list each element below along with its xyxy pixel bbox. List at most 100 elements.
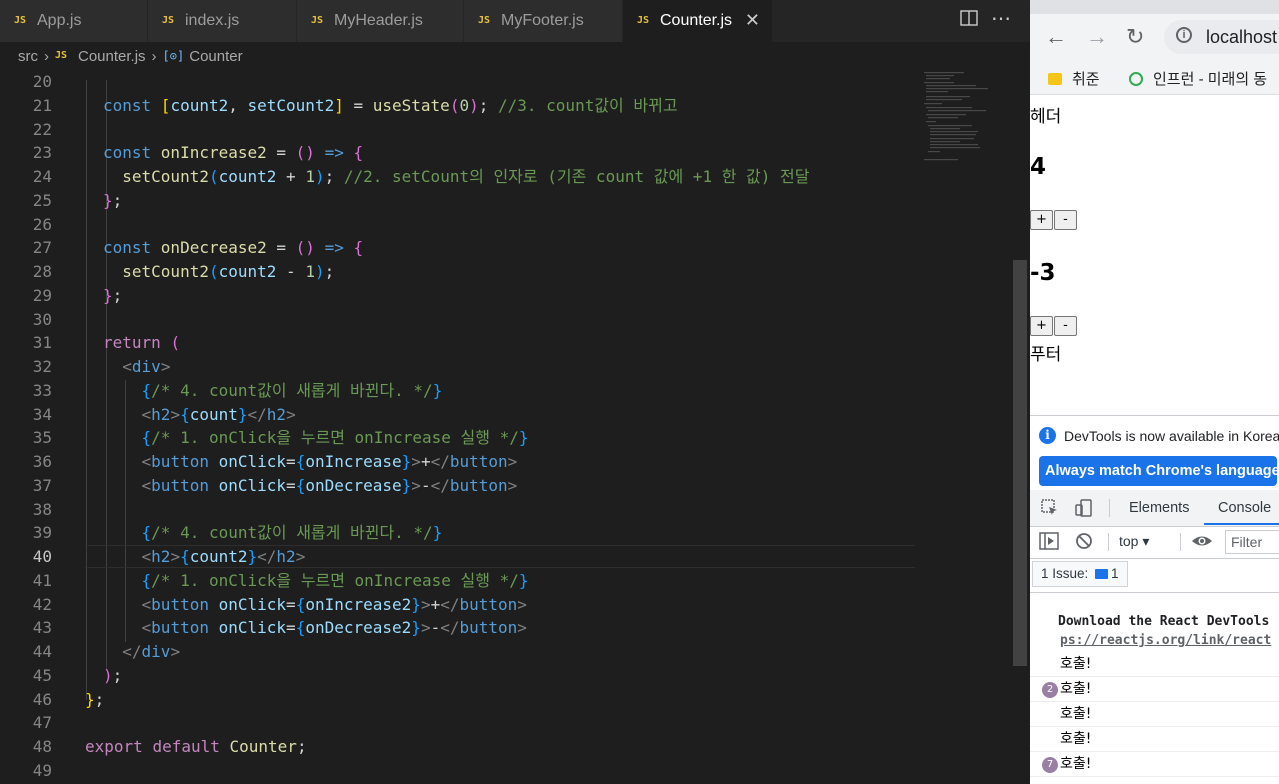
tab-label: MyFooter.js [501,12,584,29]
code-text: <button onClick={onIncrease2}>+</button> [141,594,527,614]
site-info-icon[interactable]: i [1176,27,1192,43]
count2-heading: -3 [1030,260,1056,286]
code-line[interactable]: 41 {/* 1. onClick을 누르면 onIncrease 실행 */} [0,569,1030,593]
context-select[interactable]: top ▾ [1119,533,1149,550]
react-devtools-link[interactable]: ps://reactjs.org/link/react [1060,633,1271,648]
log-message: 호출! [1060,706,1092,722]
line-number: 20 [32,72,52,91]
tab-index-js[interactable]: JS index.js [148,0,297,42]
line-number: 33 [32,380,52,400]
scrollbar-thumb[interactable] [1013,260,1027,666]
line-number: 32 [32,357,52,376]
code-line[interactable]: 25}; [0,189,1030,213]
code-line[interactable]: 38 [0,498,1030,522]
minimap[interactable] [920,70,1012,170]
code-line[interactable]: 48 export default Counter; [0,735,1030,759]
code-line[interactable]: 31 return ( [0,331,1030,355]
code-line[interactable]: 30 [0,308,1030,332]
tab-myheader-js[interactable]: JS MyHeader.js [297,0,464,42]
tab-label: App.js [37,12,82,29]
breadcrumb-file[interactable]: Counter.js [78,48,146,65]
line-number: 22 [32,119,52,139]
decrease2-button[interactable]: - [1054,316,1077,336]
split-editor-icon[interactable] [960,10,978,31]
code-line[interactable]: 33 {/* 4. count값이 새롭게 바뀐다. */} [0,379,1030,403]
forward-icon[interactable]: → [1086,24,1108,50]
code-line[interactable]: 36 <button onClick={onIncrease}>+</butto… [0,450,1030,474]
eye-icon[interactable] [1191,531,1213,554]
line-number: 27 [32,238,52,258]
device-toolbar-icon[interactable] [1074,498,1094,522]
line-number: 37 [32,475,52,495]
code-line[interactable]: 49 [0,759,1030,783]
editor-scrollbar[interactable] [1013,70,1030,784]
code-line[interactable]: 28 setCount2(count2 - 1); [0,260,1030,284]
tab-label: Counter.js [660,12,733,29]
address-bar[interactable]: i localhost [1164,20,1279,54]
reload-icon[interactable]: ↻ [1126,24,1144,50]
folder-icon [1048,73,1062,85]
bookmark-folder[interactable]: 취준 [1048,68,1100,89]
console-log-entry: 호출! [1030,727,1279,752]
line-number: 25 [32,190,52,210]
decrease-button[interactable]: - [1054,210,1077,230]
issues-button[interactable]: 1 Issue: 1 [1032,561,1128,587]
browser-tab-strip [1030,0,1279,14]
code-line[interactable]: 46}; [0,688,1030,712]
code-line[interactable]: 20 [0,70,1030,94]
js-file-icon: JS [311,15,324,26]
sidebar-toggle-icon[interactable] [1039,532,1059,553]
line-number: 36 [32,452,52,471]
tab-app-js[interactable]: JS App.js [0,0,148,42]
more-actions-icon[interactable]: ⋯ [991,6,1011,31]
code-text: <button onClick={onIncrease}>+</button> [141,452,518,471]
code-line[interactable]: 45); [0,664,1030,688]
code-line[interactable]: 42 <button onClick={onIncrease2}>+</butt… [0,593,1030,617]
tab-myfooter-js[interactable]: JS MyFooter.js [464,0,623,42]
code-line[interactable]: 21 const [count2, setCount2] = useState(0… [0,94,1030,118]
code-editor[interactable]: 20 21 const [count2, setCount2] = useState… [0,70,1030,784]
always-match-language-button[interactable]: Always match Chrome's language [1039,456,1277,486]
filter-input[interactable]: Filter [1225,530,1279,554]
code-line[interactable]: 39 {/* 4. count값이 새롭게 바뀐다. */} [0,521,1030,545]
code-line[interactable]: 29}; [0,284,1030,308]
js-file-icon: JS [162,15,175,26]
increase2-button[interactable]: + [1030,316,1053,336]
code-line[interactable]: 23 const onIncrease2 = () => { [0,141,1030,165]
code-line[interactable]: 32 <div> [0,355,1030,379]
code-line[interactable]: 27 const onDecrease2 = () => { [0,236,1030,260]
tab-counter-js[interactable]: JS Counter.js ✕ [623,0,773,42]
code-line[interactable]: 35 {/* 1. onClick을 누르면 onIncrease 실행 */} [0,426,1030,450]
breadcrumb-symbol[interactable]: Counter [189,48,242,65]
clear-console-icon[interactable] [1075,532,1093,553]
page-footer-text: 푸터 [1030,345,1062,365]
line-number: 45 [32,665,52,685]
code-line[interactable]: 37 <button onClick={onDecrease}>-</butto… [0,474,1030,498]
line-number: 30 [32,309,52,329]
line-number: 38 [32,499,52,519]
code-text: }; [103,190,123,210]
tab-console[interactable]: Console [1204,500,1279,525]
close-icon[interactable]: ✕ [745,10,760,31]
issues-count: 1 [1111,566,1119,581]
bookmark-inflearn[interactable]: 인프런 - 미래의 동 [1129,68,1267,89]
toolbar-divider [1109,499,1110,517]
breadcrumb-folder[interactable]: src [18,48,38,65]
inspect-element-icon[interactable] [1040,498,1060,522]
code-line[interactable]: 26 [0,213,1030,237]
increase-button[interactable]: + [1030,210,1053,230]
code-line[interactable]: 47 [0,711,1030,735]
back-icon[interactable]: ← [1045,24,1067,50]
code-text: </div> [122,642,181,661]
code-line[interactable]: 24 setCount2(count2 + 1); //2. setCount의… [0,165,1030,189]
code-line[interactable]: 44 </div> [0,640,1030,664]
line-number: 29 [32,285,52,305]
line-number: 49 [32,760,52,780]
code-line[interactable]: 22 [0,118,1030,142]
code-line[interactable]: 34 <h2>{count}</h2> [0,403,1030,427]
devtools-panel: i DevTools is now available in Korean Al… [1030,415,1279,784]
code-line[interactable]: 40 <h2>{count2}</h2> [0,545,1030,569]
code-text: <div> [122,357,171,376]
code-line[interactable]: 43 <button onClick={onDecrease2}>-</butt… [0,616,1030,640]
tab-elements[interactable]: Elements [1129,500,1189,516]
